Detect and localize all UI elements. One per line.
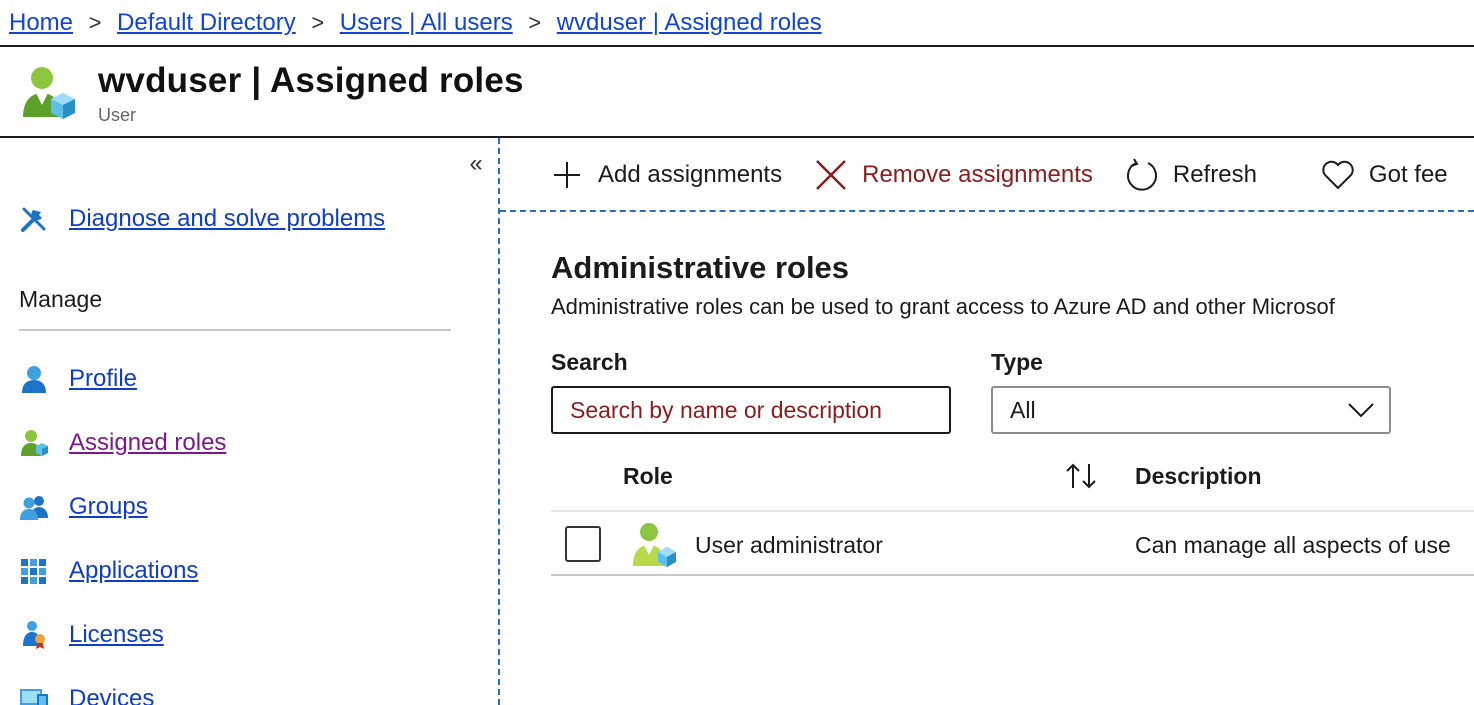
chevron-down-icon xyxy=(1348,403,1374,418)
sidebar-item-groups[interactable]: Groups xyxy=(19,475,226,539)
section-title: Administrative roles xyxy=(551,250,850,285)
breadcrumb-default-directory[interactable]: Default Directory xyxy=(117,9,296,37)
page-title: wvduser | Assigned roles xyxy=(98,61,524,100)
heart-icon xyxy=(1321,158,1355,192)
user-role-icon xyxy=(633,523,676,567)
page-header: wvduser | Assigned roles User xyxy=(0,47,1474,136)
type-select[interactable]: All xyxy=(991,386,1391,434)
focus-outline xyxy=(500,210,1474,212)
chevron-right-icon: > xyxy=(311,10,325,35)
devices-icon xyxy=(19,684,49,705)
breadcrumb-current[interactable]: wvduser | Assigned roles xyxy=(557,9,822,37)
table-row-divider xyxy=(551,574,1474,576)
profile-icon xyxy=(19,364,49,394)
section-heading-manage: Manage xyxy=(19,286,103,312)
search-input[interactable] xyxy=(551,386,951,434)
collapse-sidebar-button[interactable]: « xyxy=(462,150,490,178)
add-assignments-button[interactable]: Add assignments xyxy=(550,158,782,192)
sidebar-item-applications[interactable]: Applications xyxy=(19,539,226,603)
refresh-label: Refresh xyxy=(1172,161,1257,188)
breadcrumb: Home > Default Directory > Users | All u… xyxy=(0,0,1474,46)
refresh-button[interactable]: Refresh xyxy=(1125,158,1257,192)
refresh-icon xyxy=(1125,158,1159,192)
sidebar-item-licenses[interactable]: Licenses xyxy=(19,603,226,667)
search-label: Search xyxy=(551,349,628,375)
chevron-right-icon: > xyxy=(88,10,102,35)
column-header-description: Description xyxy=(1135,463,1262,489)
remove-assignments-button[interactable]: Remove assignments xyxy=(814,158,1093,192)
role-description: Can manage all aspects of use xyxy=(1135,532,1451,558)
sidebar-item-label[interactable]: Devices xyxy=(69,685,154,705)
sidebar-item-label[interactable]: Assigned roles xyxy=(69,429,226,457)
sidebar-item-label[interactable]: Profile xyxy=(69,365,137,393)
table-row[interactable]: User administrator Can manage all aspect… xyxy=(551,512,1474,576)
main-content: Add assignments Remove assignments Refre… xyxy=(500,138,1474,705)
role-name: User administrator xyxy=(695,532,883,558)
page-subtitle: User xyxy=(98,105,137,125)
sidebar-item-devices[interactable]: Devices xyxy=(19,667,226,705)
licenses-icon xyxy=(19,620,49,650)
sidebar-item-label[interactable]: Licenses xyxy=(69,621,164,649)
column-header-role[interactable]: Role xyxy=(623,463,673,490)
row-checkbox[interactable] xyxy=(565,526,601,562)
sidebar-item-diagnose[interactable]: Diagnose and solve problems xyxy=(19,204,385,234)
wrench-icon xyxy=(21,207,46,232)
sidebar-nav: Profile Assigned roles Groups Applicatio… xyxy=(19,347,226,705)
sidebar-item-profile[interactable]: Profile xyxy=(19,347,226,411)
assigned-roles-icon xyxy=(19,428,49,458)
applications-icon xyxy=(19,556,49,586)
chevron-right-icon: > xyxy=(528,10,542,35)
user-role-icon xyxy=(23,67,75,119)
add-assignments-label: Add assignments xyxy=(598,161,783,188)
divider xyxy=(19,329,451,331)
sidebar-item-assigned-roles[interactable]: Assigned roles xyxy=(19,411,226,475)
remove-assignments-label: Remove assignments xyxy=(862,161,1093,188)
sidebar-item-label[interactable]: Groups xyxy=(69,493,148,521)
sidebar-item-label[interactable]: Diagnose and solve problems xyxy=(69,205,385,233)
type-select-value: All xyxy=(1010,396,1036,423)
close-icon xyxy=(814,158,848,192)
feedback-label: Got fee xyxy=(1368,161,1448,188)
breadcrumb-users[interactable]: Users | All users xyxy=(340,9,513,37)
feedback-button[interactable]: Got fee xyxy=(1321,158,1448,192)
type-label: Type xyxy=(991,349,1043,375)
breadcrumb-home[interactable]: Home xyxy=(9,9,73,37)
sidebar: « Diagnose and solve problems Manage Pro… xyxy=(0,138,499,705)
command-bar: Add assignments Remove assignments Refre… xyxy=(500,138,1474,212)
plus-icon xyxy=(550,158,584,192)
groups-icon xyxy=(19,492,49,522)
sidebar-item-label[interactable]: Applications xyxy=(69,557,198,585)
section-description: Administrative roles can be used to gran… xyxy=(551,294,1335,319)
sort-icon[interactable] xyxy=(1063,461,1099,491)
